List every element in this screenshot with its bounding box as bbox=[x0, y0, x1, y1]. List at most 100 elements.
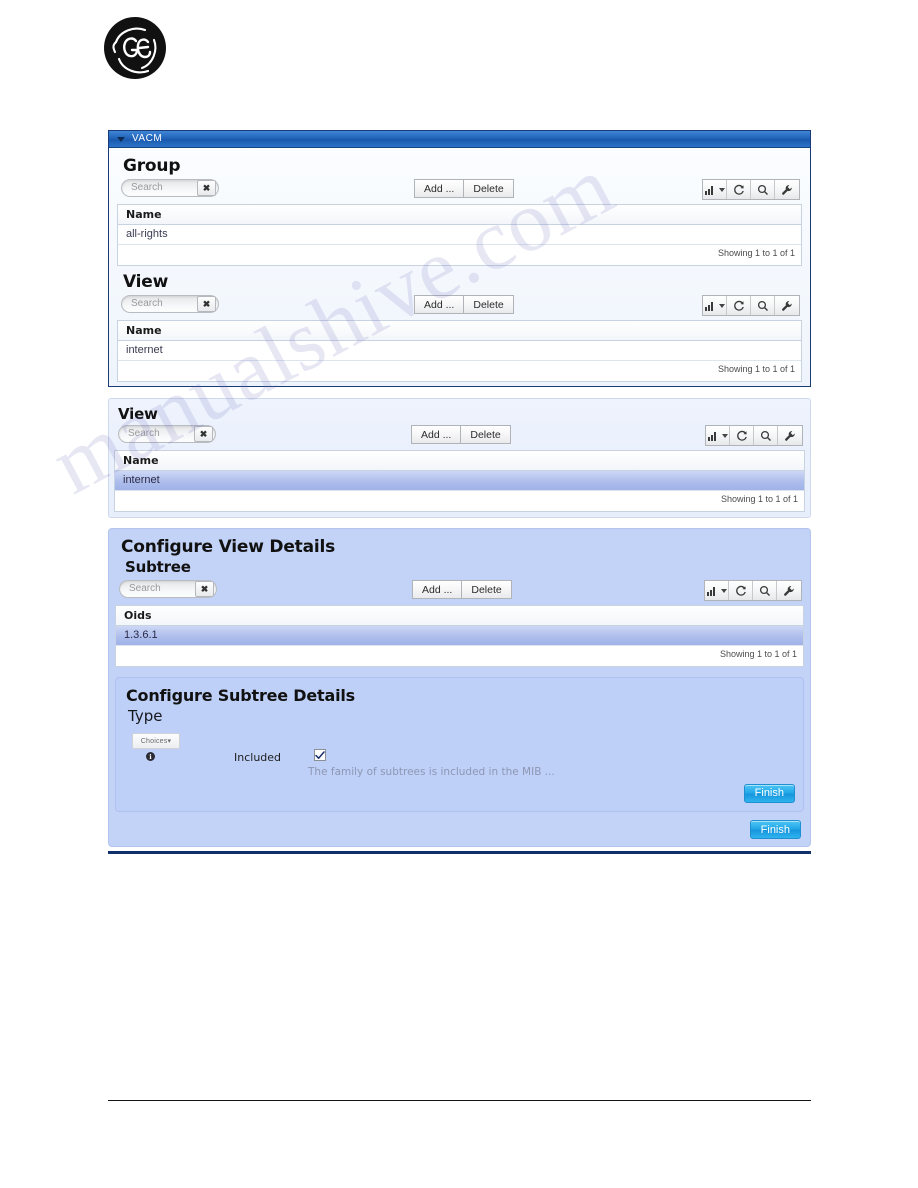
type-field-row: Choices ▾ i Included The family of subtre… bbox=[124, 729, 795, 783]
group-icon-toolbar bbox=[702, 179, 800, 200]
group-grid-footer: Showing 1 to 1 of 1 bbox=[118, 244, 801, 265]
subtree-grid-footer: Showing 1 to 1 of 1 bbox=[116, 645, 803, 666]
subtree-column-header: Oids bbox=[116, 606, 803, 626]
footer-divider bbox=[108, 1100, 811, 1101]
subtree-action-buttons: Add ... Delete bbox=[412, 580, 512, 599]
included-help-text: The family of subtrees is included in th… bbox=[308, 766, 555, 778]
info-icon[interactable]: i bbox=[146, 752, 155, 761]
refresh-icon[interactable] bbox=[727, 296, 751, 315]
view-details-finish-row: Finish bbox=[115, 820, 804, 839]
group-search-placeholder: Search bbox=[131, 182, 163, 193]
caret-down-icon: ▾ bbox=[167, 738, 172, 745]
widget-area: VACM Group Search ✖ Add ... Delete Name … bbox=[108, 130, 811, 847]
vacm-titlebar[interactable]: VACM bbox=[109, 131, 810, 148]
configure-view-details-panel: Configure View Details Subtree Search ✖ … bbox=[108, 528, 811, 847]
vacm-body: Group Search ✖ Add ... Delete Name all-r… bbox=[109, 148, 810, 386]
wrench-icon[interactable] bbox=[778, 426, 802, 445]
subtree-icon-toolbar bbox=[704, 580, 802, 601]
chart-icon[interactable] bbox=[703, 296, 727, 315]
group-action-buttons: Add ... Delete bbox=[414, 179, 514, 198]
group-toolbar: Search ✖ Add ... Delete bbox=[117, 179, 802, 201]
finish-button[interactable]: Finish bbox=[749, 820, 801, 839]
chart-icon[interactable] bbox=[705, 581, 729, 600]
ge-logo bbox=[103, 16, 167, 80]
group-grid: Name all-rights Showing 1 to 1 of 1 bbox=[117, 204, 802, 266]
subtree-finish-row: Finish bbox=[124, 783, 795, 803]
subtree-toolbar: Search ✖ Add ... Delete bbox=[115, 580, 804, 602]
wrench-icon[interactable] bbox=[777, 581, 801, 600]
vacm-title: VACM bbox=[132, 133, 163, 144]
vacm-view-heading: View bbox=[123, 272, 169, 292]
subtree-search-placeholder: Search bbox=[129, 583, 161, 594]
search-icon[interactable] bbox=[754, 426, 778, 445]
table-row[interactable]: 1.3.6.1 bbox=[116, 626, 803, 645]
vacm-panel: VACM Group Search ✖ Add ... Delete Name … bbox=[108, 130, 811, 387]
section-divider bbox=[108, 851, 811, 854]
subtree-grid: Oids 1.3.6.1 Showing 1 to 1 of 1 bbox=[115, 605, 804, 667]
view-panel-search-input[interactable]: Search ✖ bbox=[118, 425, 216, 443]
caret-down-icon[interactable] bbox=[718, 303, 725, 308]
caret-down-icon[interactable] bbox=[721, 433, 728, 438]
vacm-view-search-input[interactable]: Search ✖ bbox=[121, 295, 219, 313]
wrench-icon[interactable] bbox=[775, 296, 799, 315]
clear-x-icon[interactable]: ✖ bbox=[194, 426, 213, 442]
group-heading: Group bbox=[123, 156, 181, 176]
vacm-view-icon-toolbar bbox=[702, 295, 800, 316]
search-icon[interactable] bbox=[751, 296, 775, 315]
refresh-icon[interactable] bbox=[730, 426, 754, 445]
caret-down-icon[interactable] bbox=[720, 588, 727, 593]
group-search-input[interactable]: Search ✖ bbox=[121, 179, 219, 197]
finish-button[interactable]: Finish bbox=[743, 783, 795, 803]
view-panel-grid: Name internet Showing 1 to 1 of 1 bbox=[114, 450, 805, 512]
chart-icon[interactable] bbox=[706, 426, 730, 445]
triangle-down-icon[interactable] bbox=[117, 136, 125, 142]
table-row[interactable]: internet bbox=[115, 471, 804, 490]
configure-subtree-details-panel: Configure Subtree Details Type Choices ▾ … bbox=[115, 677, 804, 812]
subtree-subheading: Subtree bbox=[125, 558, 191, 576]
vacm-view-action-buttons: Add ... Delete bbox=[414, 295, 514, 314]
view-panel-icon-toolbar bbox=[705, 425, 803, 446]
view-panel: View Search ✖ Add ... Delete Name intern… bbox=[108, 398, 811, 518]
caret-down-icon[interactable] bbox=[718, 187, 725, 192]
configure-subtree-details-heading: Configure Subtree Details bbox=[126, 686, 355, 705]
search-icon[interactable] bbox=[753, 581, 777, 600]
refresh-icon[interactable] bbox=[729, 581, 753, 600]
included-label: Included bbox=[234, 751, 282, 764]
wrench-icon[interactable] bbox=[775, 180, 799, 199]
vacm-view-delete-button[interactable]: Delete bbox=[464, 295, 514, 314]
view-panel-column-header: Name bbox=[115, 451, 804, 471]
vacm-view-section: View Search ✖ Add ... Delete Name intern… bbox=[117, 272, 802, 382]
clear-x-icon[interactable]: ✖ bbox=[197, 180, 216, 196]
subtree-search-input[interactable]: Search ✖ bbox=[119, 580, 217, 598]
vacm-view-add-button[interactable]: Add ... bbox=[414, 295, 465, 314]
search-icon[interactable] bbox=[751, 180, 775, 199]
clear-x-icon[interactable]: ✖ bbox=[195, 581, 214, 597]
included-checkbox[interactable] bbox=[314, 749, 326, 761]
group-delete-button[interactable]: Delete bbox=[464, 179, 514, 198]
group-section: Group Search ✖ Add ... Delete Name all-r… bbox=[117, 156, 802, 266]
configure-view-details-heading: Configure View Details bbox=[121, 537, 336, 557]
view-panel-search-placeholder: Search bbox=[128, 428, 160, 439]
choices-button-label: Choices bbox=[140, 737, 168, 745]
view-panel-grid-footer: Showing 1 to 1 of 1 bbox=[115, 490, 804, 511]
view-panel-delete-button[interactable]: Delete bbox=[461, 425, 511, 444]
table-row[interactable]: all-rights bbox=[118, 225, 801, 244]
group-add-button[interactable]: Add ... bbox=[414, 179, 465, 198]
table-row[interactable]: internet bbox=[118, 341, 801, 360]
subtree-add-button[interactable]: Add ... bbox=[412, 580, 463, 599]
refresh-icon[interactable] bbox=[727, 180, 751, 199]
view-panel-add-button[interactable]: Add ... bbox=[411, 425, 462, 444]
vacm-view-column-header: Name bbox=[118, 321, 801, 341]
vacm-view-grid: Name internet Showing 1 to 1 of 1 bbox=[117, 320, 802, 382]
type-subheading: Type bbox=[128, 707, 163, 725]
chart-icon[interactable] bbox=[703, 180, 727, 199]
choices-button[interactable]: Choices ▾ bbox=[132, 733, 180, 749]
group-column-header: Name bbox=[118, 205, 801, 225]
vacm-view-grid-footer: Showing 1 to 1 of 1 bbox=[118, 360, 801, 381]
view-panel-heading: View bbox=[118, 405, 158, 423]
view-panel-action-buttons: Add ... Delete bbox=[411, 425, 511, 444]
subtree-delete-button[interactable]: Delete bbox=[462, 580, 512, 599]
vacm-view-search-placeholder: Search bbox=[131, 298, 163, 309]
view-panel-toolbar: Search ✖ Add ... Delete bbox=[114, 425, 805, 447]
clear-x-icon[interactable]: ✖ bbox=[197, 296, 216, 312]
